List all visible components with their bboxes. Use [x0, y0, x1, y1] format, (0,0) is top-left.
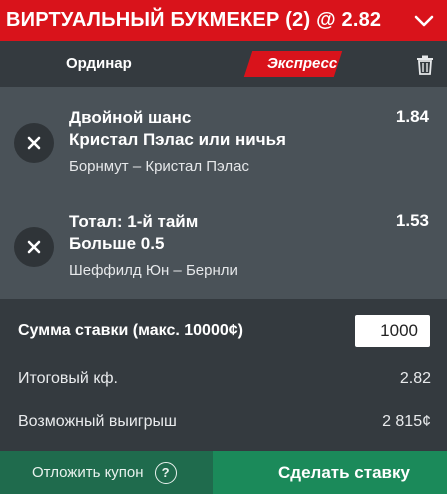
bet-market-type: Двойной шанс: [69, 108, 192, 127]
bet-selection: Кристал Пэлас или ничья: [69, 130, 286, 149]
bet-market-type: Тотал: 1-й тайм: [69, 212, 199, 231]
trash-icon[interactable]: [416, 55, 434, 75]
bet-item: Двойной шанс Кристал Пэлас или ничья 1.8…: [0, 87, 447, 191]
betslip-footer: Отложить купон ? Сделать ставку: [0, 451, 447, 494]
bet-type-tabs: Ординар Экспресс: [0, 41, 447, 87]
stake-input[interactable]: [355, 315, 430, 347]
betslip-title: ВИРТУАЛЬНЫЙ БУКМЕКЕР (2) @ 2.82: [6, 9, 382, 31]
stake-label: Сумма ставки (макс. 10000¢): [18, 322, 243, 339]
place-bet-button[interactable]: Сделать ставку: [213, 451, 447, 494]
close-icon[interactable]: [14, 227, 54, 267]
betslip-header[interactable]: ВИРТУАЛЬНЫЙ БУКМЕКЕР (2) @ 2.82: [0, 0, 447, 41]
bet-event: Шеффилд Юн – Бернли: [69, 262, 238, 279]
tab-single[interactable]: Ординар: [66, 55, 132, 72]
chevron-down-icon[interactable]: [413, 10, 435, 32]
betslip-summary: Сумма ставки (макс. 10000¢) Итоговый кф.…: [0, 299, 447, 451]
postpone-coupon-label: Отложить купон: [32, 464, 144, 481]
bet-item: Тотал: 1-й тайм Больше 0.5 1.53 Шеффилд …: [0, 191, 447, 299]
total-odds-label: Итоговый кф.: [18, 370, 118, 387]
total-odds-value: 2.82: [399, 370, 431, 387]
bet-selection: Больше 0.5: [69, 234, 165, 253]
bet-market: Двойной шанс Кристал Пэлас или ничья: [69, 107, 286, 151]
bet-market: Тотал: 1-й тайм Больше 0.5: [69, 211, 198, 255]
possible-win-value: 2 815¢: [382, 413, 431, 430]
close-icon[interactable]: [14, 123, 54, 163]
bet-event: Борнмут – Кристал Пэлас: [69, 158, 249, 175]
bet-odds: 1.53: [395, 211, 429, 230]
help-icon[interactable]: ?: [154, 461, 177, 484]
bet-odds: 1.84: [395, 107, 429, 126]
postpone-coupon-button[interactable]: Отложить купон ?: [0, 451, 213, 494]
possible-win-label: Возможный выигрыш: [18, 413, 177, 430]
tab-express[interactable]: Экспресс: [267, 55, 337, 72]
